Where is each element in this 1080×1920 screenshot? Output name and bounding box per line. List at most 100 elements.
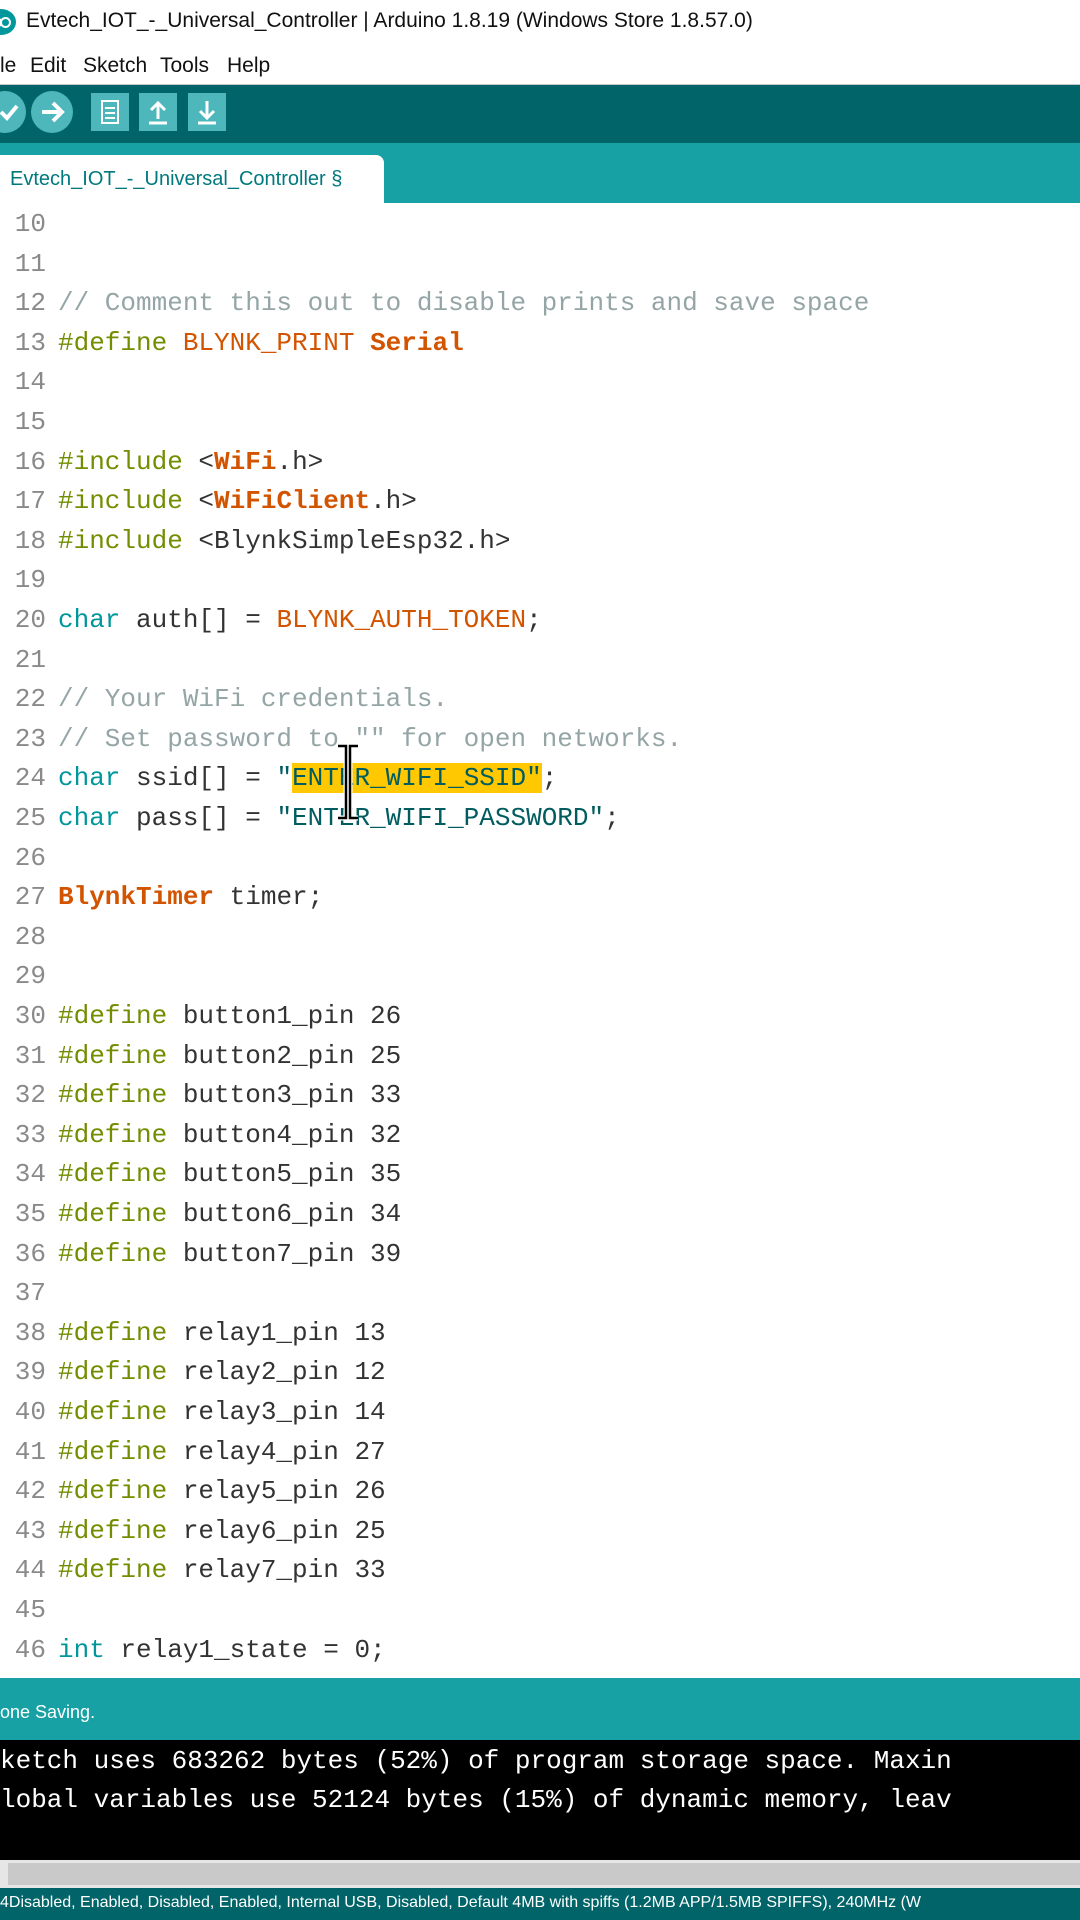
code-line: 23 // Set password to "" for open network…: [0, 720, 1080, 759]
code-token: auth[] =: [120, 605, 277, 635]
menu-sketch[interactable]: Sketch: [83, 54, 147, 78]
i-beam-cursor-icon: [338, 743, 358, 821]
console-line: lobal variables use 52124 bytes (15%) of…: [0, 1785, 952, 1815]
verify-button[interactable]: [0, 91, 26, 133]
code-token: ssid[] =: [120, 763, 277, 794]
code-token: ;: [541, 763, 558, 794]
line-number: 40: [14, 1397, 46, 1427]
code-token: ;: [604, 803, 620, 833]
code-token: #define: [58, 1159, 168, 1190]
code-token: relay2_pin 12: [167, 1357, 386, 1388]
code-token: ": [276, 763, 293, 794]
code-token: char: [58, 605, 121, 635]
code-token: #define: [58, 1476, 168, 1507]
code-text: #define button6_pin 34: [58, 1195, 401, 1234]
code-line: 37: [0, 1274, 1080, 1313]
code-token: Serial: [370, 327, 464, 358]
code-text: #define relay3_pin 14: [58, 1393, 386, 1432]
save-sketch-button[interactable]: [188, 93, 226, 131]
code-line: 45: [0, 1591, 1080, 1630]
code-line: 13 #define BLYNK_PRINT Serial: [0, 324, 1080, 363]
code-text: #define button5_pin 35: [58, 1155, 401, 1194]
code-line: 24 char ssid[] = "ENTER_WIFI_SSID";: [0, 759, 1080, 798]
code-token: #define: [58, 327, 168, 358]
line-number: 18: [14, 525, 46, 556]
code-text: #define button7_pin 39: [58, 1235, 401, 1274]
menu-tools[interactable]: Tools: [160, 54, 209, 78]
code-token: relay7_pin 33: [167, 1555, 386, 1586]
code-token: // Set password to "" for open networks.: [58, 723, 683, 754]
code-line: 38 #define relay1_pin 13: [0, 1314, 1080, 1353]
code-line: 33 #define button4_pin 32: [0, 1116, 1080, 1155]
code-token: relay4_pin 27: [167, 1436, 386, 1467]
code-token: #define: [58, 1317, 168, 1348]
line-number: 11: [14, 248, 46, 279]
tab-strip: Evtech_IOT_-_Universal_Controller §: [0, 143, 1080, 203]
menu-edit[interactable]: Edit: [30, 54, 66, 78]
code-token: button6_pin 34: [167, 1199, 402, 1229]
upload-button[interactable]: [31, 91, 73, 133]
code-token: #define: [58, 1199, 168, 1229]
line-number: 35: [14, 1199, 46, 1229]
console-output[interactable]: ketch uses 683262 bytes (52%) of program…: [0, 1740, 1080, 1860]
code-text: #define relay5_pin 26: [58, 1472, 386, 1511]
line-number: 21: [14, 644, 46, 675]
line-number: 32: [14, 1080, 46, 1111]
code-token: timer;: [214, 882, 324, 913]
code-text: #define button1_pin 26: [58, 997, 401, 1036]
line-number: 26: [14, 842, 46, 873]
code-token: #define: [58, 1001, 168, 1031]
code-text: #define relay2_pin 12: [58, 1353, 386, 1392]
line-number: 46: [14, 1634, 46, 1665]
code-line: 20 char auth[] = BLYNK_AUTH_TOKEN;: [0, 601, 1080, 640]
code-token: WiFi: [214, 446, 277, 477]
code-line: 16 #include <WiFi.h>: [0, 443, 1080, 482]
code-line: 41 #define relay4_pin 27: [0, 1433, 1080, 1472]
code-line: 18 #include <BlynkSimpleEsp32.h>: [0, 522, 1080, 561]
menu-file[interactable]: le: [0, 54, 16, 78]
tab-sketch[interactable]: Evtech_IOT_-_Universal_Controller §: [0, 155, 384, 203]
line-number: 42: [14, 1476, 46, 1507]
code-line: 43 #define relay6_pin 25: [0, 1512, 1080, 1551]
line-number: 36: [14, 1238, 46, 1269]
code-line: 17 #include <WiFiClient.h>: [0, 482, 1080, 521]
code-editor[interactable]: 10 11 12 // Comment this out to disable pri…: [0, 203, 1080, 1675]
code-text: #define relay4_pin 27: [58, 1433, 386, 1472]
line-number: 41: [14, 1436, 46, 1467]
code-token: char: [58, 763, 121, 794]
code-token: button4_pin 32: [167, 1119, 402, 1150]
new-icon: [101, 100, 119, 124]
code-text: #define button2_pin 25: [58, 1037, 401, 1076]
console-horizontal-scrollbar[interactable]: [0, 1860, 1080, 1888]
selected-text: ENTER_WIFI_SSID": [292, 763, 542, 794]
code-token: button7_pin 39: [167, 1238, 402, 1269]
code-token: #define: [58, 1040, 168, 1071]
code-text: #define button4_pin 32: [58, 1116, 401, 1155]
code-token: button5_pin 35: [167, 1159, 402, 1190]
console-line: ketch uses 683262 bytes (52%) of program…: [0, 1746, 952, 1776]
code-token: relay1_state = 0;: [104, 1634, 386, 1665]
line-number: 27: [14, 882, 46, 913]
new-sketch-button[interactable]: [91, 93, 129, 131]
toolbar: [0, 85, 1080, 143]
line-number: 10: [14, 209, 46, 239]
code-text: char ssid[] = "ENTER_WIFI_SSID";: [58, 759, 557, 798]
line-number: 25: [14, 803, 46, 833]
line-number: 38: [14, 1317, 46, 1348]
open-sketch-button[interactable]: [139, 93, 177, 131]
code-token: #define: [58, 1515, 168, 1546]
code-token: "ENTER_WIFI_PASSWORD": [276, 803, 605, 833]
code-line: 30 #define button1_pin 26: [0, 997, 1080, 1036]
line-number: 15: [14, 407, 46, 437]
code-line: 32 #define button3_pin 33: [0, 1076, 1080, 1115]
menu-help[interactable]: Help: [227, 54, 270, 78]
code-text: #define relay6_pin 25: [58, 1512, 386, 1551]
code-token: <: [182, 486, 215, 517]
code-line: 26: [0, 839, 1080, 878]
code-line: 21: [0, 641, 1080, 680]
scrollbar-thumb[interactable]: [8, 1863, 1080, 1885]
line-number: 16: [14, 446, 46, 477]
code-text: // Your WiFi credentials.: [58, 680, 448, 719]
code-token: .h>: [370, 486, 417, 517]
code-token: #include: [58, 486, 183, 517]
